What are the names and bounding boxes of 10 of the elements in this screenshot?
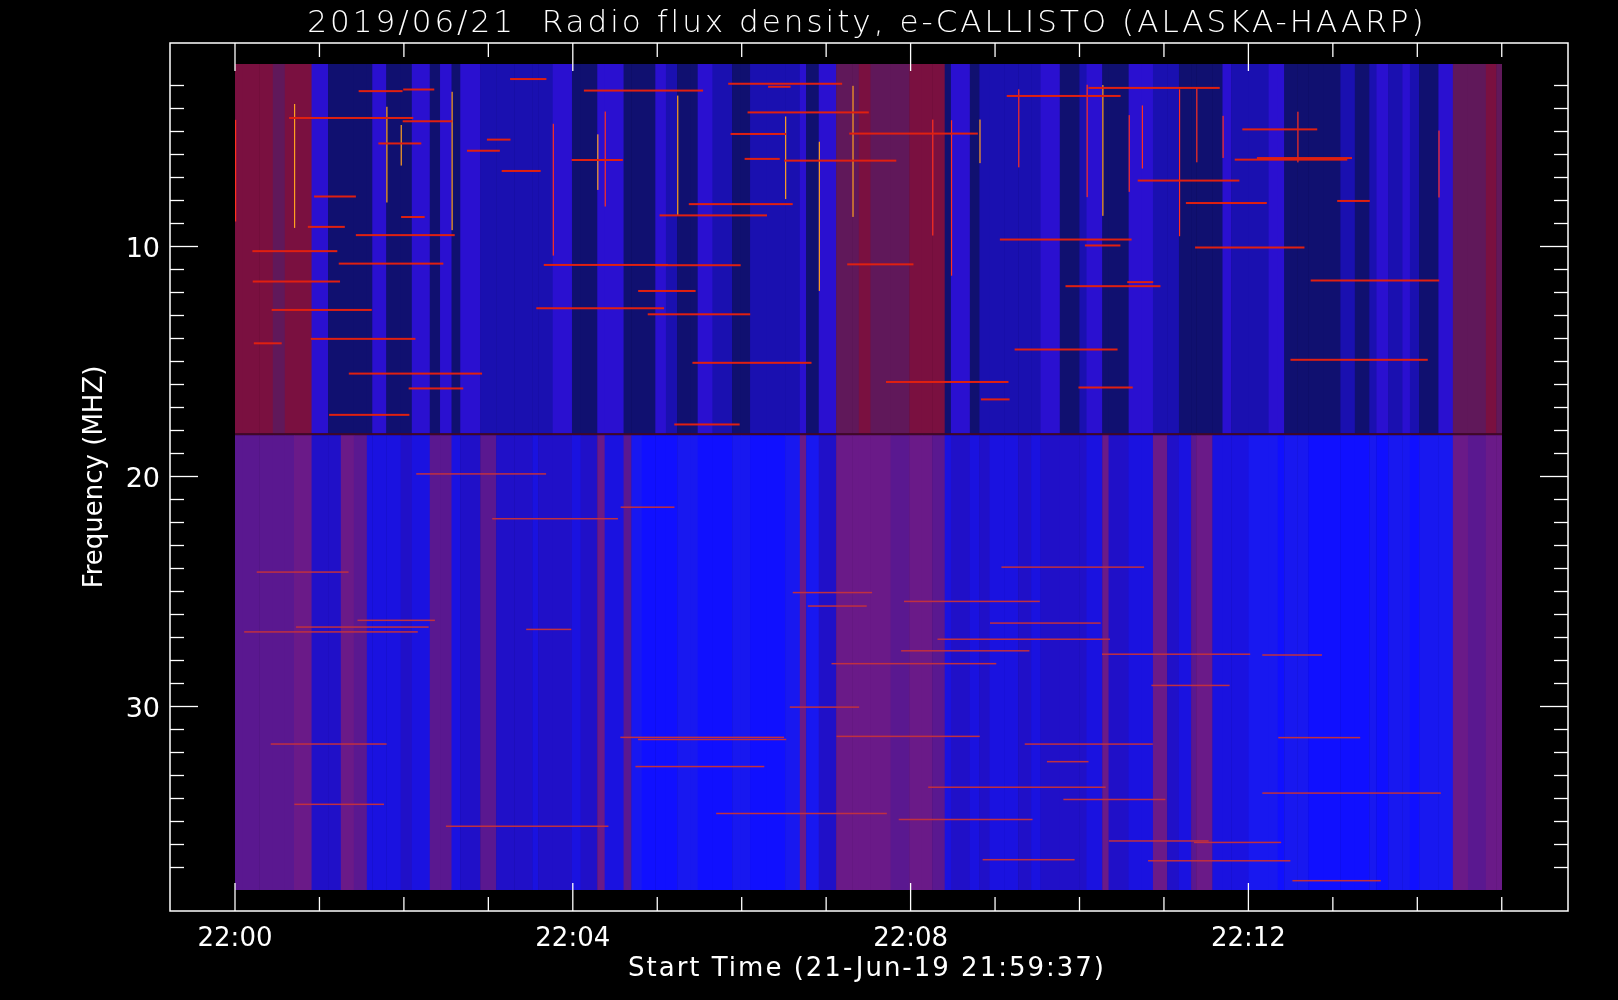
y-tick-label: 10 xyxy=(125,231,160,263)
plot-title: 2019/06/21 Radio flux density, e-CALLISTO (ALASKA-HAARP) xyxy=(307,3,1427,39)
y-tick-label: 30 xyxy=(125,691,160,723)
y-tick-label: 20 xyxy=(125,461,160,493)
y-axis-label: Frequency (MHZ) xyxy=(78,365,108,589)
x-axis-label: Start Time (21-Jun-19 21:59:37) xyxy=(628,952,1106,982)
x-tick-label: 22:04 xyxy=(535,922,611,952)
x-tick-label: 22:08 xyxy=(873,922,949,952)
x-tick-label: 22:12 xyxy=(1210,922,1286,952)
x-tick-label: 22:00 xyxy=(197,922,273,952)
